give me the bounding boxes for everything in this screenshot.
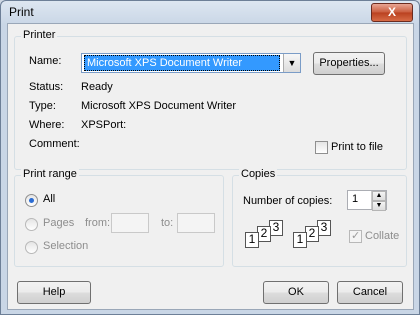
spin-up-icon[interactable]: ▲ (372, 191, 386, 201)
title-bar: Print X (1, 1, 419, 23)
print-range-legend: Print range (21, 168, 79, 180)
collate-label: Collate (365, 230, 400, 242)
copies-spinner[interactable]: ▲ ▼ (371, 191, 386, 211)
comment-label: Comment: (29, 138, 80, 150)
print-range-group: Print range All Pages from: to: Selectio… (14, 168, 224, 267)
name-label: Name: (29, 55, 62, 67)
printer-group: Printer Name: Microsoft XPS Document Wri… (14, 29, 407, 170)
pages-radio[interactable] (25, 218, 38, 231)
page-icon: 3 (269, 220, 283, 236)
copies-group: Copies Number of copies: 1 ▲ ▼ 3 2 1 3 2… (232, 168, 407, 267)
close-button[interactable]: X (371, 3, 413, 22)
printer-name-select[interactable]: Microsoft XPS Document Writer ▼ (81, 53, 301, 73)
print-to-file-label: Print to file (331, 141, 383, 153)
type-value: Microsoft XPS Document Writer (81, 100, 237, 112)
chevron-down-icon: ▼ (283, 54, 300, 72)
where-label: Where: (29, 119, 65, 131)
print-to-file-checkbox[interactable] (315, 141, 328, 154)
collate-illustration-1: 3 2 1 (245, 220, 295, 256)
dialog-body: Printer Name: Microsoft XPS Document Wri… (7, 23, 414, 310)
copies-input[interactable]: 1 ▲ ▼ (347, 190, 387, 211)
copies-value: 1 (352, 193, 359, 205)
from-page-input[interactable] (111, 213, 149, 233)
page-icon: 1 (245, 232, 259, 248)
printer-name-value: Microsoft XPS Document Writer (84, 55, 280, 71)
status-value: Ready (81, 81, 113, 93)
print-dialog: Print X Printer Name: Microsoft XPS Docu… (0, 0, 420, 315)
cancel-button[interactable]: Cancel (337, 281, 403, 304)
from-label: from: (85, 217, 111, 229)
all-label: All (43, 193, 56, 205)
checkmark-icon: ✓ (351, 230, 361, 242)
type-label: Type: (29, 100, 56, 112)
status-label: Status: (29, 81, 64, 93)
to-label: to: (161, 217, 174, 229)
dialog-title: Print (9, 5, 34, 19)
selection-radio[interactable] (25, 241, 38, 254)
page-icon: 2 (257, 226, 271, 242)
to-page-input[interactable] (177, 213, 215, 233)
spin-down-icon[interactable]: ▼ (372, 201, 386, 211)
pages-label: Pages (43, 217, 75, 229)
selection-label: Selection (43, 240, 89, 252)
printer-legend: Printer (21, 29, 58, 41)
collate-illustration-2: 3 2 1 (293, 220, 343, 256)
ok-button[interactable]: OK (263, 281, 329, 304)
page-icon: 1 (293, 232, 307, 248)
properties-button[interactable]: Properties... (313, 52, 385, 75)
collate-checkbox[interactable]: ✓ (349, 230, 362, 243)
page-icon: 2 (305, 226, 319, 242)
page-icon: 3 (317, 220, 331, 236)
number-of-copies-label: Number of copies: (243, 195, 333, 207)
all-radio[interactable] (25, 194, 38, 207)
where-value: XPSPort: (81, 119, 127, 131)
copies-legend: Copies (239, 168, 278, 180)
help-button[interactable]: Help (17, 281, 91, 304)
